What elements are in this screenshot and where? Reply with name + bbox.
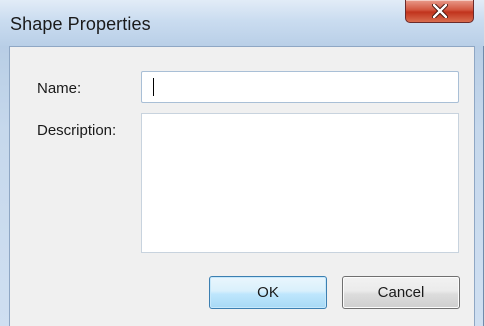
dialog-title: Shape Properties xyxy=(10,14,151,34)
cancel-button[interactable]: Cancel xyxy=(342,276,460,309)
dialog-content: Name: Description: OK Cancel xyxy=(9,46,475,326)
name-label: Name: xyxy=(37,80,82,97)
screen: Shape Properties Name: Description: OK C… xyxy=(0,0,485,326)
close-button[interactable] xyxy=(405,0,474,23)
close-icon xyxy=(431,4,448,18)
name-input[interactable] xyxy=(141,71,459,103)
title-bar[interactable]: Shape Properties xyxy=(0,0,484,46)
shape-properties-dialog: Shape Properties Name: Description: OK C… xyxy=(0,0,484,326)
description-textarea[interactable] xyxy=(141,113,459,253)
description-label: Description: xyxy=(37,122,117,139)
text-cursor xyxy=(153,78,154,96)
ok-button[interactable]: OK xyxy=(209,276,327,309)
